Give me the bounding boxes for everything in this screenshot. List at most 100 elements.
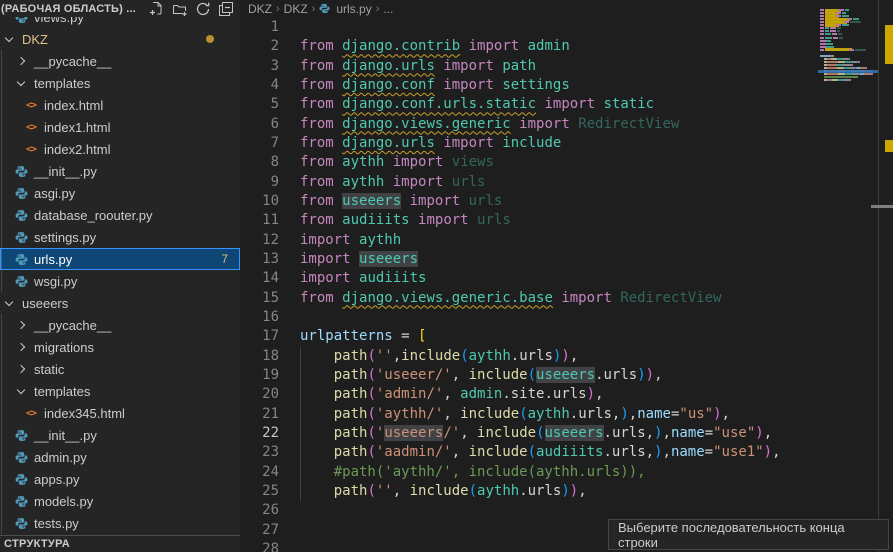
new-folder-icon[interactable] [172, 1, 188, 17]
code-line-23[interactable]: 23 path('aadmin/', include(audiiits.urls… [240, 443, 781, 462]
tree-file-settings-py[interactable]: settings.py [0, 226, 240, 248]
code-line-14[interactable]: 14import audiiits [240, 269, 781, 288]
code-token: ) [587, 386, 595, 402]
code-line-18[interactable]: 18 path('',include(aythh.urls)), [240, 347, 781, 366]
tree-file-wsgi-py[interactable]: wsgi.py [0, 270, 240, 292]
new-file-icon[interactable] [149, 1, 165, 17]
code-line-11[interactable]: 11from audiiits import urls [240, 211, 781, 230]
code-token [300, 406, 334, 422]
code-line-16[interactable]: 16 [240, 308, 781, 327]
line-number[interactable]: 19 [240, 366, 300, 385]
refresh-icon[interactable] [195, 1, 211, 17]
tree-file-index345-html[interactable]: <>index345.html [0, 402, 240, 424]
line-number[interactable]: 23 [240, 443, 300, 462]
line-number[interactable]: 4 [240, 76, 300, 95]
line-number[interactable]: 24 [240, 463, 300, 482]
code-line-24[interactable]: 24 #path('aythh/', include(aythh.urls)), [240, 463, 781, 482]
line-number[interactable]: 8 [240, 153, 300, 172]
line-number[interactable]: 15 [240, 289, 300, 308]
tree-file-index1-html[interactable]: <>index1.html [0, 116, 240, 138]
code-line-13[interactable]: 13import useeers [240, 250, 781, 269]
code-line-22[interactable]: 22 path('useeers/', include(useeers.urls… [240, 424, 781, 443]
code-line-4[interactable]: 4from django.conf import settings [240, 76, 781, 95]
code-token [334, 193, 342, 209]
tree-file-asgi-py[interactable]: asgi.py [0, 182, 240, 204]
line-number[interactable]: 12 [240, 231, 300, 250]
code-line-8[interactable]: 8from aythh import views [240, 153, 781, 172]
code-line-5[interactable]: 5from django.conf.urls.static import sta… [240, 95, 781, 114]
tree-file--init-py[interactable]: __init__.py [0, 424, 240, 446]
line-number[interactable]: 18 [240, 347, 300, 366]
code-token: , [393, 348, 401, 364]
line-number[interactable]: 20 [240, 385, 300, 404]
line-number[interactable]: 26 [240, 501, 300, 520]
tree-folder-migrations[interactable]: migrations [0, 336, 240, 358]
line-number[interactable]: 7 [240, 134, 300, 153]
tree-folder-useeers[interactable]: useeers [0, 292, 240, 314]
tree-file-urls-py[interactable]: urls.py7 [0, 248, 240, 270]
line-number[interactable]: 27 [240, 521, 300, 540]
outline-section-header[interactable]: СТРУКТУРА [0, 535, 240, 552]
code-line-26[interactable]: 26 [240, 501, 781, 520]
code-line-21[interactable]: 21 path('aythh/', include(aythh.urls,),n… [240, 405, 781, 424]
tree-file-database-roouter-py[interactable]: database_roouter.py [0, 204, 240, 226]
tree-file-admin-py[interactable]: admin.py [0, 446, 240, 468]
python-file-icon [13, 229, 29, 245]
code-line-12[interactable]: 12import aythh [240, 231, 781, 250]
minimap-line [820, 43, 826, 45]
python-file-icon [319, 3, 330, 14]
tree-folder-templates[interactable]: templates [0, 72, 240, 94]
code-token: include [477, 425, 536, 441]
tree-folder--pycache-[interactable]: __pycache__ [0, 50, 240, 72]
line-number[interactable]: 22 [240, 424, 300, 443]
breadcrumb-item[interactable]: DKZ [284, 2, 308, 16]
tree-file-index2-html[interactable]: <>index2.html [0, 138, 240, 160]
line-number[interactable]: 6 [240, 115, 300, 134]
line-number[interactable]: 5 [240, 95, 300, 114]
code-line-7[interactable]: 7from django.urls import include [240, 134, 781, 153]
code-line-9[interactable]: 9from aythh import urls [240, 173, 781, 192]
tree-folder-templates[interactable]: templates [0, 380, 240, 402]
breadcrumb-item[interactable]: DKZ [248, 2, 272, 16]
tree-folder-static[interactable]: static [0, 358, 240, 380]
line-number[interactable]: 11 [240, 211, 300, 230]
line-number[interactable]: 17 [240, 327, 300, 346]
line-number[interactable]: 28 [240, 540, 300, 552]
breadcrumb-item[interactable]: urls.py [336, 2, 371, 16]
code-area[interactable]: 12from django.contrib import admin3from … [240, 18, 781, 552]
line-number[interactable]: 21 [240, 405, 300, 424]
tree-file--init-py[interactable]: __init__.py [0, 160, 240, 182]
code-line-10[interactable]: 10from useeers import urls [240, 192, 781, 211]
line-number[interactable]: 1 [240, 18, 300, 37]
line-number[interactable]: 10 [240, 192, 300, 211]
code-line-6[interactable]: 6from django.views.generic import Redire… [240, 115, 781, 134]
code-line-17[interactable]: 17urlpatterns = [ [240, 327, 781, 346]
line-number[interactable]: 13 [240, 250, 300, 269]
code-line-1[interactable]: 1 [240, 18, 781, 37]
workspace-section-header[interactable]: (РАБОЧАЯ ОБЛАСТЬ) ... [0, 0, 240, 17]
tree-file-tests-py[interactable]: tests.py [0, 512, 240, 534]
line-number[interactable]: 2 [240, 37, 300, 56]
tree-file-index-html[interactable]: <>index.html [0, 94, 240, 116]
tree-file-apps-py[interactable]: apps.py [0, 468, 240, 490]
tree-file-models-py[interactable]: models.py [0, 490, 240, 512]
line-number[interactable]: 25 [240, 482, 300, 501]
line-number[interactable]: 14 [240, 269, 300, 288]
collapse-all-icon[interactable] [218, 1, 234, 17]
code-line-25[interactable]: 25 path('', include(aythh.urls)), [240, 482, 781, 501]
code-line-19[interactable]: 19 path('useeer/', include(useeers.urls)… [240, 366, 781, 385]
code-line-2[interactable]: 2from django.contrib import admin [240, 37, 781, 56]
line-number[interactable]: 3 [240, 57, 300, 76]
overview-ruler[interactable] [878, 0, 893, 552]
code-line-3[interactable]: 3from django.urls import path [240, 57, 781, 76]
minimap[interactable] [818, 2, 878, 552]
line-number[interactable]: 9 [240, 173, 300, 192]
tree-folder--pycache-[interactable]: __pycache__ [0, 314, 240, 336]
breadcrumb-item[interactable]: ... [383, 2, 393, 16]
code-token: name [637, 406, 671, 422]
line-number[interactable]: 16 [240, 308, 300, 327]
minimap-line [838, 9, 844, 11]
code-line-20[interactable]: 20 path('admin/', admin.site.urls), [240, 385, 781, 404]
code-line-15[interactable]: 15from django.views.generic.base import … [240, 289, 781, 308]
tree-folder-dkz[interactable]: DKZ [0, 28, 240, 50]
